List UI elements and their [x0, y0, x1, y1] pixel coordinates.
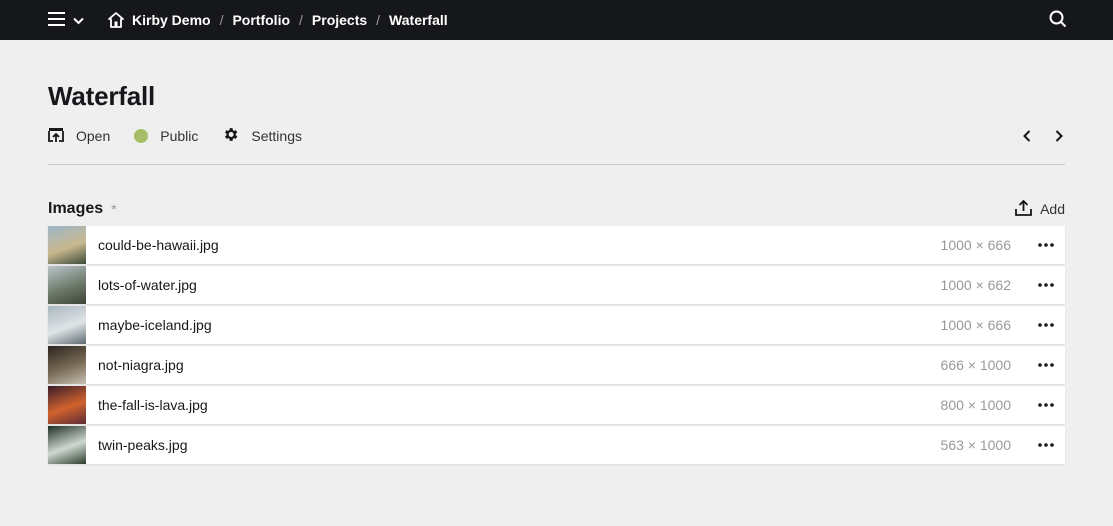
file-thumbnail[interactable]	[48, 386, 86, 424]
settings-label: Settings	[251, 128, 302, 144]
list-item[interactable]: maybe-iceland.jpg 1000 × 666	[48, 306, 1065, 344]
breadcrumb-item-portfolio[interactable]: Portfolio	[232, 12, 290, 28]
main-content: Waterfall Open Public Settings Images * …	[0, 80, 1113, 464]
list-item[interactable]: twin-peaks.jpg 563 × 1000	[48, 426, 1065, 464]
file-options-button[interactable]	[1027, 306, 1065, 344]
more-icon	[1038, 283, 1054, 287]
add-label: Add	[1040, 201, 1065, 217]
breadcrumb: Kirby Demo / Portfolio / Projects / Wate…	[108, 0, 448, 40]
breadcrumb-separator: /	[219, 12, 224, 28]
topbar: Kirby Demo / Portfolio / Projects / Wate…	[0, 0, 1113, 40]
status-label: Public	[160, 128, 199, 144]
file-name[interactable]: maybe-iceland.jpg	[98, 317, 941, 333]
breadcrumb-item-projects[interactable]: Projects	[312, 12, 367, 28]
file-dimensions: 1000 × 662	[940, 277, 1011, 293]
file-name[interactable]: the-fall-is-lava.jpg	[98, 397, 941, 413]
file-thumbnail[interactable]	[48, 306, 86, 344]
file-thumbnail[interactable]	[48, 346, 86, 384]
more-icon	[1038, 243, 1054, 247]
file-name[interactable]: could-be-hawaii.jpg	[98, 237, 941, 253]
file-options-button[interactable]	[1027, 386, 1065, 424]
required-marker: *	[111, 201, 117, 217]
file-list: could-be-hawaii.jpg 1000 × 666 lots-of-w…	[48, 226, 1065, 464]
file-thumbnail[interactable]	[48, 426, 86, 464]
file-options-button[interactable]	[1027, 346, 1065, 384]
file-dimensions: 563 × 1000	[940, 437, 1011, 453]
file-thumbnail[interactable]	[48, 226, 86, 264]
file-dimensions: 1000 × 666	[940, 317, 1011, 333]
upload-icon	[1015, 199, 1032, 219]
chevron-down-icon	[73, 12, 84, 28]
file-dimensions: 1000 × 666	[940, 237, 1011, 253]
file-thumbnail[interactable]	[48, 266, 86, 304]
chevron-right-icon	[1055, 130, 1063, 142]
file-name[interactable]: lots-of-water.jpg	[98, 277, 941, 293]
chevron-left-icon	[1023, 130, 1031, 142]
section-title: Images	[48, 200, 104, 217]
file-dimensions: 800 × 1000	[940, 397, 1011, 413]
next-page-button[interactable]	[1055, 130, 1063, 142]
breadcrumb-separator: /	[299, 12, 303, 28]
list-item[interactable]: the-fall-is-lava.jpg 800 × 1000	[48, 386, 1065, 424]
file-options-button[interactable]	[1027, 426, 1065, 464]
status-button[interactable]: Public	[134, 128, 198, 144]
file-name[interactable]: not-niagra.jpg	[98, 357, 941, 373]
open-button[interactable]: Open	[48, 127, 110, 146]
home-icon[interactable]	[108, 12, 124, 28]
search-button[interactable]	[1049, 0, 1067, 40]
breadcrumb-item-waterfall[interactable]: Waterfall	[389, 12, 448, 28]
search-icon	[1049, 10, 1067, 31]
page-title: Waterfall	[48, 81, 156, 111]
list-item[interactable]: could-be-hawaii.jpg 1000 × 666	[48, 226, 1065, 264]
more-icon	[1038, 323, 1054, 327]
prev-page-button[interactable]	[1023, 130, 1031, 142]
file-options-button[interactable]	[1027, 266, 1065, 304]
file-name[interactable]: twin-peaks.jpg	[98, 437, 941, 453]
images-section-header: Images * Add	[48, 197, 1065, 221]
open-preview-icon	[48, 127, 64, 146]
hamburger-icon	[48, 11, 65, 29]
file-dimensions: 666 × 1000	[940, 357, 1011, 373]
menu-button[interactable]	[48, 0, 84, 40]
open-label: Open	[76, 128, 111, 144]
gear-icon	[222, 126, 239, 146]
settings-button[interactable]: Settings	[222, 126, 302, 146]
status-dot-icon	[134, 129, 149, 143]
file-options-button[interactable]	[1027, 226, 1065, 264]
list-item[interactable]: not-niagra.jpg 666 × 1000	[48, 346, 1065, 384]
more-icon	[1038, 363, 1054, 367]
breadcrumb-separator: /	[376, 12, 381, 28]
more-icon	[1038, 403, 1054, 407]
list-item[interactable]: lots-of-water.jpg 1000 × 662	[48, 266, 1065, 304]
more-icon	[1038, 443, 1054, 447]
page-header-bar: Open Public Settings	[48, 124, 1065, 165]
breadcrumb-site[interactable]: Kirby Demo	[132, 12, 211, 28]
add-button[interactable]: Add	[1015, 199, 1065, 219]
